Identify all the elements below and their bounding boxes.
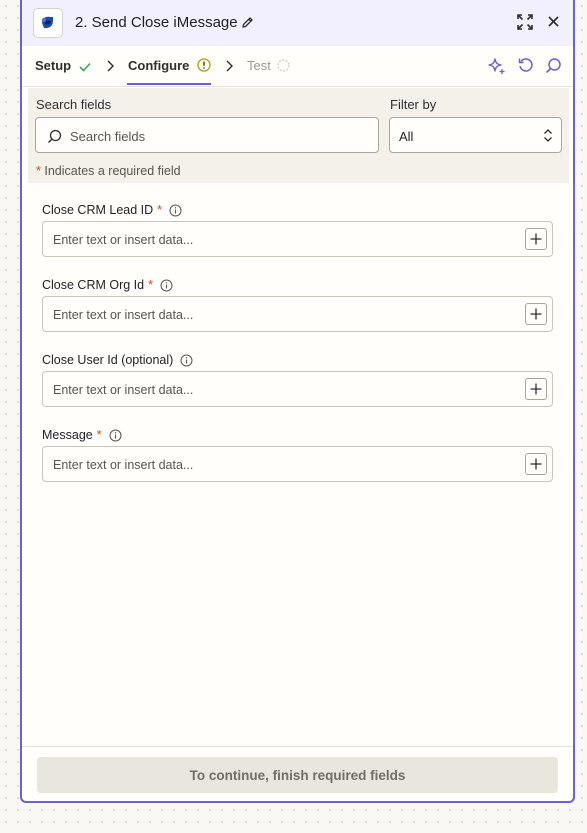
required-note-text: Indicates a required field — [44, 164, 181, 178]
tab-test[interactable]: Test — [247, 58, 291, 73]
plus-icon — [530, 383, 542, 395]
info-icon[interactable] — [180, 354, 193, 367]
active-tab-indicator — [127, 83, 211, 85]
tab-setup-label: Setup — [35, 58, 72, 73]
tab-test-label: Test — [247, 58, 271, 73]
message-input[interactable]: Enter text or insert data... — [42, 446, 553, 482]
search-icon — [48, 129, 62, 143]
field-label-user-id: Close User Id (optional) — [42, 353, 193, 367]
ai-sparkle-icon[interactable] — [488, 57, 506, 75]
insert-data-button[interactable] — [525, 303, 547, 325]
plus-icon — [530, 458, 542, 470]
check-icon — [79, 62, 91, 72]
required-star: * — [96, 428, 102, 442]
field-label-text: Close User Id (optional) — [42, 353, 174, 367]
info-icon[interactable] — [109, 429, 122, 442]
step-tabs: Setup Configure Test — [22, 46, 573, 87]
info-icon[interactable] — [169, 204, 182, 217]
field-label-text: Message — [42, 428, 93, 442]
tab-configure-label: Configure — [128, 58, 190, 73]
required-star: * — [36, 164, 41, 178]
expand-icon[interactable] — [517, 14, 533, 35]
close-icon[interactable] — [547, 15, 560, 33]
lead-id-input[interactable]: Enter text or insert data... — [42, 221, 553, 257]
user-id-input[interactable]: Enter text or insert data... — [42, 371, 553, 407]
panel-footer: To continue, finish required fields — [22, 746, 573, 802]
pending-icon — [277, 59, 291, 72]
field-label-org-id: Close CRM Org Id * — [42, 278, 173, 292]
tab-configure[interactable]: Configure — [128, 58, 211, 73]
field-label-lead-id: Close CRM Lead ID * — [42, 203, 182, 217]
field-label-text: Close CRM Org Id — [42, 278, 145, 292]
plus-icon — [530, 308, 542, 320]
insert-data-button[interactable] — [525, 378, 547, 400]
filter-value: All — [399, 129, 414, 144]
refresh-icon[interactable] — [517, 57, 534, 74]
search-input[interactable]: Search fields — [35, 117, 379, 153]
insert-data-button[interactable] — [525, 453, 547, 475]
search-fields-section: Search fields Filter by Search fields Al… — [28, 88, 569, 183]
info-icon[interactable] — [160, 279, 173, 292]
chevron-right-icon — [226, 60, 233, 72]
field-label-text: Close CRM Lead ID — [42, 203, 154, 217]
filter-by-label: Filter by — [390, 97, 437, 112]
step-title: 2. Send Close iMessage — [75, 14, 238, 31]
insert-data-button[interactable] — [525, 228, 547, 250]
search-placeholder: Search fields — [70, 129, 146, 144]
panel-header: 2. Send Close iMessage — [22, 0, 573, 46]
input-placeholder: Enter text or insert data... — [53, 233, 194, 247]
chevron-updown-icon — [544, 129, 552, 142]
chevron-right-icon — [107, 60, 114, 72]
app-logo-icon — [33, 8, 63, 38]
input-placeholder: Enter text or insert data... — [53, 308, 194, 322]
warning-icon — [197, 58, 211, 72]
filter-select[interactable]: All — [389, 117, 562, 153]
required-star: * — [157, 203, 163, 217]
input-placeholder: Enter text or insert data... — [53, 383, 194, 397]
required-star: * — [148, 278, 153, 292]
field-label-message: Message * — [42, 428, 122, 442]
plus-icon — [530, 233, 542, 245]
continue-button[interactable]: To continue, finish required fields — [37, 757, 558, 793]
org-id-input[interactable]: Enter text or insert data... — [42, 296, 553, 332]
tab-setup[interactable]: Setup — [35, 58, 91, 73]
input-placeholder: Enter text or insert data... — [53, 458, 194, 472]
edit-icon[interactable] — [241, 16, 254, 34]
step-editor-panel: 2. Send Close iMessage Setup Configure T… — [20, 0, 575, 803]
required-field-note: * Indicates a required field — [36, 164, 181, 178]
search-fields-label: Search fields — [36, 97, 112, 112]
search-icon[interactable] — [545, 57, 562, 74]
